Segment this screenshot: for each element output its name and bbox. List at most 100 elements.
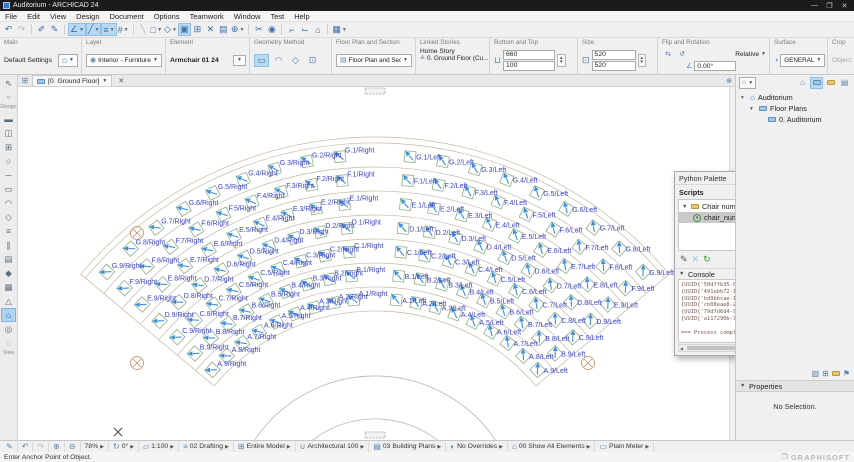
menu-teamwork[interactable]: Teamwork [185,12,229,21]
inject-parameters-icon[interactable]: ✎ [48,23,61,36]
layer-combination[interactable]: ≡02 Drafting▶ [179,442,234,452]
navigator-chooser-button[interactable]: ⌂▼ [739,77,756,89]
floor-plan-display-selector[interactable]: ▤ Floor Plan and Section... ▼ [336,54,412,67]
split-icon[interactable]: ◉ [265,23,278,36]
bottom-offset-input[interactable]: 100 [503,61,555,71]
maximize-button[interactable]: ❐ [822,2,837,10]
tab-overview-icon[interactable]: ❐ [782,453,788,461]
model-view-options[interactable]: ⊞Entire Model▶ [234,442,296,452]
snap-guides-icon[interactable]: ╱▼ [86,23,101,36]
twisty-icon[interactable]: ▾ [750,106,756,112]
geometry-method-rotated[interactable]: ▭ [254,54,269,67]
clone-folder-icon[interactable]: ⊞ [822,369,829,378]
zoom-level[interactable]: 78%▶ [81,442,109,452]
menu-options[interactable]: Options [149,12,185,21]
layer-selector[interactable]: ◉ Interior - Furniture ▼ [86,54,162,67]
element-settings-button[interactable]: ⌂▼ [58,54,78,67]
menu-help[interactable]: Help [289,12,314,21]
navigator-item-0-auditorium[interactable]: 0. Auditorium [736,114,854,125]
slab-tool[interactable]: ▭ [1,182,16,196]
console-horizontal-scrollbar[interactable]: ◀ ▶ [678,344,735,352]
seat[interactable] [395,246,407,258]
close-button[interactable]: ✕ [837,2,852,10]
opening-tool[interactable]: ◌ [1,336,16,350]
railing-tool[interactable]: ∥ [1,238,16,252]
quick-layout-icon[interactable]: ⊞ [18,76,32,85]
object-tool[interactable]: ⌂ [1,308,16,322]
project-map-icon[interactable]: ⌂ [796,77,809,89]
lock-icon[interactable]: ◇▼ [163,23,178,36]
properties-header[interactable]: ▼ Properties [736,380,854,392]
grid-snap-icon[interactable]: #▼ [117,23,130,36]
orientation[interactable]: ↻0°▶ [109,442,139,452]
script-folder-row[interactable]: ▼ Chair numbering [679,201,735,212]
close-tab-icon[interactable]: ✕ [116,77,126,85]
delete-script-icon[interactable]: ✕ [692,254,700,265]
graphic-override[interactable]: ◐No Overrides▶ [446,442,508,452]
zoom-in-button[interactable]: ⊕ [49,442,65,452]
settings-icon[interactable]: ▧ [812,369,820,378]
section-marker[interactable] [365,88,385,94]
pen-button[interactable]: ✎ [2,442,18,452]
bookmark-icon[interactable]: ⚑ [843,369,850,378]
python-palette-titlebar[interactable]: Python Palette ✕ [675,172,735,185]
floor-plan-canvas[interactable]: A.1/RightA.2/RightA.3/RightA.4/RightA.5/… [18,87,735,440]
mirror-y-button[interactable]: ↺ [676,49,688,59]
dimension-standard[interactable]: ∪Architectural 100▶ [296,442,370,452]
scroll-left-icon[interactable]: ◀ [680,346,683,351]
rotation-angle-input[interactable]: 0.00° [694,61,736,71]
navigator-item-floor-plans[interactable]: ▾Floor Plans [736,103,854,114]
dimension-icon[interactable]: ⌐ [285,23,298,36]
window-tool[interactable]: ⊞ [1,140,16,154]
stair-tool[interactable]: ≡ [1,224,16,238]
trim-icon[interactable]: ✂ [252,23,265,36]
beam-tool[interactable]: ─ [1,168,16,182]
tab-ground-floor[interactable]: [0. Ground Floor] ▼ [32,75,112,86]
adjust-icon[interactable]: ⌂ [311,23,324,36]
morph-tool[interactable]: ◆ [1,266,16,280]
fillet-icon[interactable]: ⌙ [298,23,311,36]
reload-scripts-icon[interactable]: ↻ [703,254,711,265]
element-dropdown[interactable]: ▼ [233,55,246,66]
menu-design[interactable]: Design [71,12,104,21]
undo-icon[interactable]: ↶ [2,23,15,36]
size-height-input[interactable]: 520 [592,61,636,71]
column-symbol[interactable] [582,357,595,370]
marquee-tool[interactable]: ▫ [1,90,16,104]
script-file-row[interactable]: ● chair_numbering.py [679,212,735,223]
section-marker[interactable] [365,432,385,438]
twisty-icon[interactable]: ▾ [741,95,747,101]
zone-tool[interactable]: ▦ [1,280,16,294]
delete-icon[interactable]: ✕ [204,23,217,36]
column-tool[interactable]: ○ [1,154,16,168]
default-settings-button[interactable]: Default Settings [4,57,52,64]
geometry-method-rotated-diagonal[interactable]: ◇ [288,54,303,67]
new-folder-icon[interactable] [832,369,840,378]
top-offset-input[interactable]: 660 [503,50,555,60]
mirror-x-button[interactable]: ⇆ [662,49,674,59]
geometry-method-box[interactable]: ⊡ [305,54,320,67]
surface-selector[interactable]: GENERAL ▼ [780,54,825,67]
seat[interactable] [393,270,405,282]
zoom-out-button[interactable]: ⊖ [65,442,81,452]
publisher-icon[interactable]: ▤ [838,77,851,89]
minimize-button[interactable]: — [807,2,822,9]
new-tab-icon[interactable]: ⊕ [726,77,732,85]
layers-icon[interactable]: ▣ [178,23,191,36]
seat[interactable] [402,175,414,187]
seat[interactable] [390,294,402,306]
edit-script-icon[interactable]: ✎ [680,254,688,265]
scale[interactable]: ▱1:100▶ [139,442,179,452]
seat[interactable] [397,222,409,234]
curtain-wall-tool[interactable]: ▤ [1,252,16,266]
shell-tool[interactable]: ◇ [1,210,16,224]
mesh-tool[interactable]: △ [1,294,16,308]
measure-unit[interactable]: ▭Plain Meter▶ [595,442,654,452]
next-zoom-button[interactable]: ↷ [33,442,49,452]
pen-set[interactable]: ▤03 Building Plans▶ [369,442,446,452]
grid-icon[interactable]: ⊞ [191,23,204,36]
menu-view[interactable]: View [45,12,71,21]
roof-tool[interactable]: ◠ [1,196,16,210]
align-icon[interactable]: ▦▼ [331,23,347,36]
chevron-down-icon[interactable]: ▼ [761,51,766,57]
